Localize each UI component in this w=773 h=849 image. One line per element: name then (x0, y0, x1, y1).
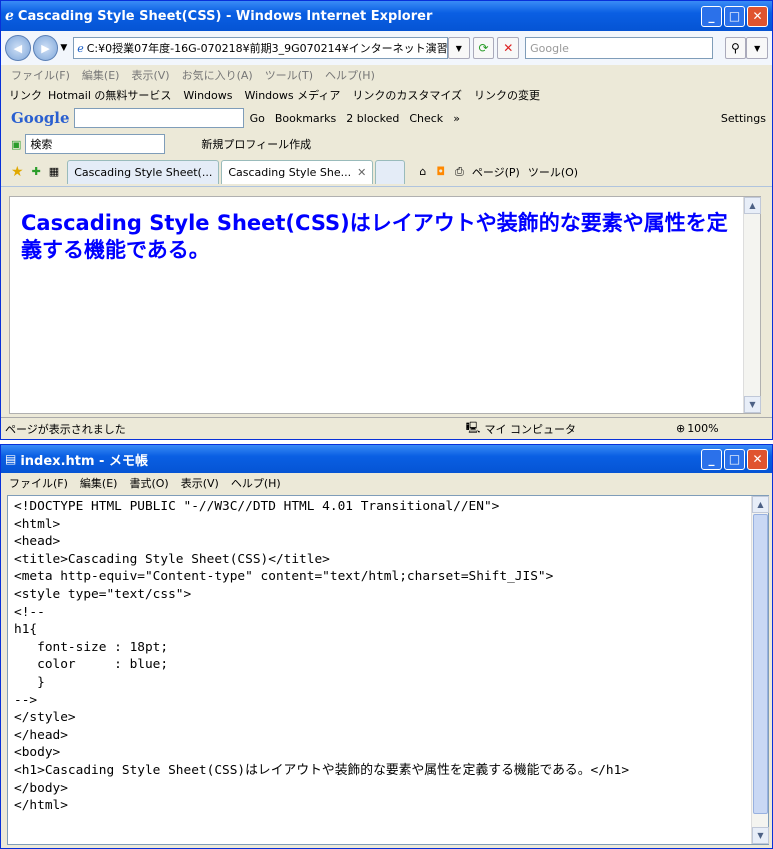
zoom-level[interactable]: 100% (687, 422, 718, 435)
notepad-menu-edit[interactable]: 編集(E) (80, 475, 118, 491)
menu-help[interactable]: ヘルプ(H) (325, 67, 375, 83)
page-content: Cascading Style Sheet(CSS)はレイアウトや装飾的な要素や… (9, 196, 761, 414)
spellcheck-button[interactable]: Check (409, 112, 443, 125)
page-scrollbar[interactable]: ▲ ▼ (743, 197, 761, 413)
favorites-star-icon[interactable]: ★ (11, 164, 24, 180)
notepad-window: ▤ index.htm - メモ帳 _ □ ✕ ファイル(F) 編集(E) 書式… (0, 444, 773, 849)
google-go-button[interactable]: Go (250, 112, 265, 125)
add-favorites-icon[interactable]: ✚ (32, 165, 41, 178)
search-input[interactable]: Google (525, 37, 713, 59)
address-value: C:¥0授業07年度-16G-070218¥前期3_9G070214¥インターネ… (86, 42, 448, 55)
browser-window: ℯ Cascading Style Sheet(CSS) - Windows I… (0, 0, 773, 440)
notepad-minimize-button[interactable]: _ (701, 448, 722, 470)
scroll-down-icon[interactable]: ▼ (744, 396, 761, 413)
computer-zone-icon: 🖳 (465, 421, 481, 434)
toolbar-logo-icon: ▣ (11, 137, 22, 151)
status-text: ページが表示されました (5, 422, 126, 436)
notepad-menu-help[interactable]: ヘルプ(H) (231, 475, 281, 491)
notepad-menu-view[interactable]: 表示(V) (181, 475, 219, 491)
search-toolbar-input[interactable]: 検索 (25, 134, 166, 154)
notepad-close-button[interactable]: ✕ (747, 448, 768, 470)
overflow-chevron-icon[interactable]: » (453, 112, 460, 125)
menu-view[interactable]: 表示(V) (131, 67, 169, 83)
page-menu[interactable]: ページ(P) (472, 164, 520, 180)
link-windows-media[interactable]: Windows メディア (245, 87, 341, 103)
new-tab-button[interactable] (375, 159, 406, 184)
address-input[interactable]: ℯ C:¥0授業07年度-16G-070218¥前期3_9G070214¥インタ… (73, 37, 448, 59)
editor-scroll-down-icon[interactable]: ▼ (752, 827, 769, 844)
tab-2-label: Cascading Style She... (228, 165, 352, 179)
profile-button[interactable]: 新規プロフィール作成 (201, 136, 311, 152)
zoom-icon: ⊕ (675, 422, 686, 435)
menu-favorites[interactable]: お気に入り(A) (182, 67, 253, 83)
tab-1-label: Cascading Style Sheet(... (74, 165, 213, 179)
ie-logo-icon: ℯ (5, 8, 14, 24)
tab-1[interactable]: Cascading Style Sheet(... (67, 159, 220, 184)
link-change[interactable]: リンクの変更 (474, 87, 540, 103)
notepad-title: index.htm - メモ帳 (20, 453, 148, 469)
menu-edit[interactable]: 編集(E) (82, 67, 120, 83)
back-button[interactable]: ◀ (5, 35, 31, 61)
quick-tabs-icon[interactable]: ▦ (49, 165, 59, 178)
home-icon[interactable]: ⌂ (419, 165, 426, 178)
browser-titlebar: ℯ Cascading Style Sheet(CSS) - Windows I… (1, 1, 772, 31)
google-settings-button[interactable]: Settings (721, 112, 766, 125)
zone-text: マイ コンピュータ (484, 422, 576, 436)
editor-scrollbar[interactable]: ▲ ▼ (751, 496, 769, 844)
search-options-button[interactable]: ▼ (746, 37, 769, 59)
link-hotmail[interactable]: Hotmail の無料サービス (48, 87, 171, 103)
maximize-button[interactable]: □ (724, 5, 745, 27)
text-editor[interactable]: <!DOCTYPE HTML PUBLIC "-//W3C//DTD HTML … (7, 495, 769, 845)
browser-title: Cascading Style Sheet(CSS) - Windows Int… (17, 8, 433, 24)
tab-close-icon[interactable]: ✕ (357, 166, 366, 179)
search-toolbar-label: 検索 (30, 138, 53, 151)
google-toolbar: Google Go Bookmarks 2 blocked Check » Se… (1, 105, 772, 131)
forward-button[interactable]: ▶ (32, 35, 59, 61)
editor-scroll-up-icon[interactable]: ▲ (752, 496, 769, 513)
google-logo[interactable]: Google (11, 109, 70, 127)
menu-bar: ファイル(F) 編集(E) 表示(V) お気に入り(A) ツール(T) ヘルプ(… (1, 65, 772, 85)
page-icon: ℯ (77, 41, 84, 55)
notepad-titlebar: ▤ index.htm - メモ帳 _ □ ✕ (1, 445, 772, 473)
stop-button[interactable]: ✕ (497, 37, 520, 59)
notepad-menu-format[interactable]: 書式(O) (129, 475, 168, 491)
scroll-up-icon[interactable]: ▲ (744, 197, 761, 214)
minimize-button[interactable]: _ (701, 5, 722, 27)
search-icon[interactable]: ⚲ (724, 37, 747, 59)
links-bar: リンク Hotmail の無料サービス Windows Windows メディア… (1, 85, 772, 105)
tools-menu[interactable]: ツール(O) (528, 164, 578, 180)
tab-bar: ★ ✚ ▦ Cascading Style Sheet(... Cascadin… (1, 157, 772, 187)
print-icon[interactable]: ⎙ (455, 165, 464, 179)
address-dropdown-button[interactable]: ▼ (447, 37, 470, 59)
status-bar: ページが表示されました 🖳 マイ コンピュータ ⊕ 100% (1, 417, 772, 439)
popup-blocked-button[interactable]: 2 blocked (346, 112, 399, 125)
link-windows[interactable]: Windows (183, 89, 232, 102)
notepad-menu-file[interactable]: ファイル(F) (9, 475, 68, 491)
menu-file[interactable]: ファイル(F) (11, 67, 70, 83)
notepad-maximize-button[interactable]: □ (724, 448, 745, 470)
address-bar-row: ◀ ▶ ▼ ℯ C:¥0授業07年度-16G-070218¥前期3_9G0702… (1, 31, 772, 65)
google-search-input[interactable] (73, 108, 244, 128)
close-button[interactable]: ✕ (747, 5, 768, 27)
tab-2[interactable]: Cascading Style She... ✕ (221, 159, 374, 184)
link-customize[interactable]: リンクのカスタマイズ (352, 87, 462, 103)
refresh-button[interactable]: ⟳ (472, 37, 495, 59)
links-label: リンク (9, 89, 42, 102)
editor-scroll-thumb[interactable] (753, 514, 768, 814)
feeds-icon[interactable]: ◘ (436, 165, 445, 178)
notepad-icon: ▤ (5, 452, 17, 466)
source-code[interactable]: <!DOCTYPE HTML PUBLIC "-//W3C//DTD HTML … (8, 496, 748, 815)
search-toolbar: ▣ 検索 新規プロフィール作成 (1, 131, 772, 157)
menu-tools[interactable]: ツール(T) (265, 67, 313, 83)
nav-dropdown-icon[interactable]: ▼ (60, 43, 67, 53)
bookmarks-button[interactable]: Bookmarks (275, 112, 336, 125)
page-heading: Cascading Style Sheet(CSS)はレイアウトや装飾的な要素や… (21, 211, 728, 262)
notepad-menu-bar: ファイル(F) 編集(E) 書式(O) 表示(V) ヘルプ(H) (1, 473, 772, 492)
